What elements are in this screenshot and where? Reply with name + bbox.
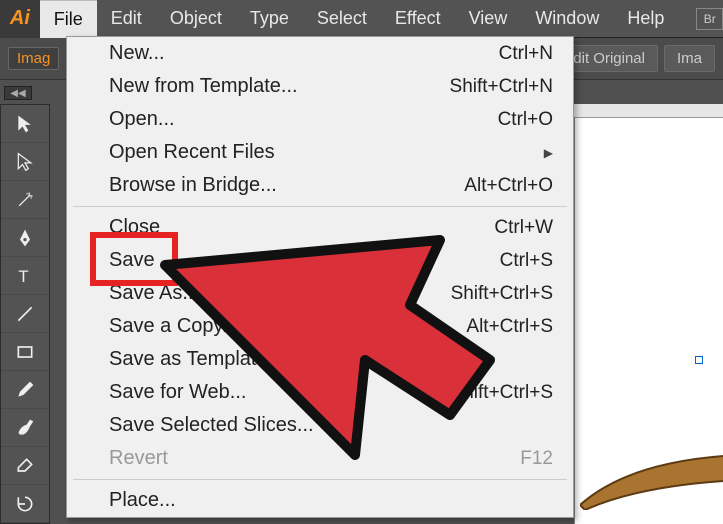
tool-panel: T (0, 104, 50, 524)
menu-shortcut: Alt+Ctrl+S (466, 316, 553, 338)
edit-original-button[interactable]: dit Original (560, 45, 658, 72)
menu-edit[interactable]: Edit (97, 0, 156, 37)
menu-item-close[interactable]: Close Ctrl+W (67, 211, 573, 244)
menu-window[interactable]: Window (521, 0, 613, 37)
file-menu-dropdown: New... Ctrl+N New from Template... Shift… (66, 36, 574, 518)
menu-object[interactable]: Object (156, 0, 236, 37)
artwork-shape (580, 450, 723, 510)
menu-help[interactable]: Help (613, 0, 678, 37)
bridge-icon[interactable]: Br (696, 8, 723, 30)
menu-shortcut: Ctrl+W (494, 217, 553, 239)
menu-label: Revert (109, 447, 168, 470)
paintbrush-tool[interactable] (1, 371, 49, 409)
svg-text:T: T (18, 266, 28, 285)
image-button[interactable]: Ima (664, 45, 715, 72)
menu-select[interactable]: Select (303, 0, 381, 37)
ruler-horizontal (574, 104, 723, 118)
eraser-tool[interactable] (1, 447, 49, 485)
rotate-tool[interactable] (1, 485, 49, 523)
rectangle-tool[interactable] (1, 333, 49, 371)
menu-item-browse-bridge[interactable]: Browse in Bridge... Alt+Ctrl+O (67, 169, 573, 202)
menu-shortcut: Ctrl+N (499, 43, 553, 65)
menu-item-new[interactable]: New... Ctrl+N (67, 37, 573, 70)
submenu-arrow-icon: ▶ (544, 146, 553, 160)
menu-label: Save for Web... (109, 381, 246, 404)
line-tool[interactable] (1, 295, 49, 333)
selection-handle[interactable] (695, 356, 703, 364)
collapse-panel-icon[interactable]: ◀◀ (4, 86, 32, 100)
menu-shortcut: Ctrl+O (498, 109, 553, 131)
menu-label: Save (109, 249, 155, 272)
menu-item-open[interactable]: Open... Ctrl+O (67, 103, 573, 136)
menu-file[interactable]: File (40, 0, 97, 38)
menu-item-open-recent[interactable]: Open Recent Files ▶ (67, 136, 573, 169)
menu-item-revert[interactable]: Revert F12 (67, 442, 573, 475)
menu-type[interactable]: Type (236, 0, 303, 37)
menu-label: Open Recent Files (109, 141, 275, 164)
menu-separator (73, 479, 567, 480)
type-tool[interactable]: T (1, 257, 49, 295)
menu-item-save-as[interactable]: Save As... Shift+Ctrl+S (67, 277, 573, 310)
menu-label: New... (109, 42, 165, 65)
app-icon-illustrator: Ai (0, 0, 40, 38)
menu-label: Save As... (109, 282, 199, 305)
pen-tool[interactable] (1, 219, 49, 257)
menu-label: Browse in Bridge... (109, 174, 277, 197)
menu-effect[interactable]: Effect (381, 0, 455, 37)
menu-item-save-copy[interactable]: Save a Copy... Alt+Ctrl+S (67, 310, 573, 343)
menu-item-save-web[interactable]: Save for Web... Alt+Shift+Ctrl+S (67, 376, 573, 409)
menu-item-place[interactable]: Place... (67, 484, 573, 517)
menu-view[interactable]: View (455, 0, 522, 37)
menu-item-save-template[interactable]: Save as Template... (67, 343, 573, 376)
menu-shortcut: Shift+Ctrl+S (451, 283, 553, 305)
menu-label: Close (109, 216, 160, 239)
menu-shortcut: F12 (520, 448, 553, 470)
menu-item-save-slices[interactable]: Save Selected Slices... (67, 409, 573, 442)
direct-selection-tool[interactable] (1, 143, 49, 181)
menu-label: New from Template... (109, 75, 298, 98)
menu-label: Save as Template... (109, 348, 284, 371)
selection-tool[interactable] (1, 105, 49, 143)
menu-shortcut: Shift+Ctrl+N (450, 76, 553, 98)
blob-brush-tool[interactable] (1, 409, 49, 447)
magic-wand-tool[interactable] (1, 181, 49, 219)
menu-shortcut: Ctrl+S (500, 250, 553, 272)
menu-label: Save Selected Slices... (109, 414, 314, 437)
menu-label: Open... (109, 108, 175, 131)
menu-label: Place... (109, 489, 176, 512)
menu-item-new-template[interactable]: New from Template... Shift+Ctrl+N (67, 70, 573, 103)
menu-label: Save a Copy... (109, 315, 239, 338)
menu-separator (73, 206, 567, 207)
menu-item-save[interactable]: Save Ctrl+S (67, 244, 573, 277)
menu-shortcut: Alt+Shift+Ctrl+S (417, 382, 553, 404)
image-trace-label[interactable]: Imag (8, 47, 59, 70)
menubar: Ai File Edit Object Type Select Effect V… (0, 0, 723, 38)
menu-shortcut: Alt+Ctrl+O (464, 175, 553, 197)
